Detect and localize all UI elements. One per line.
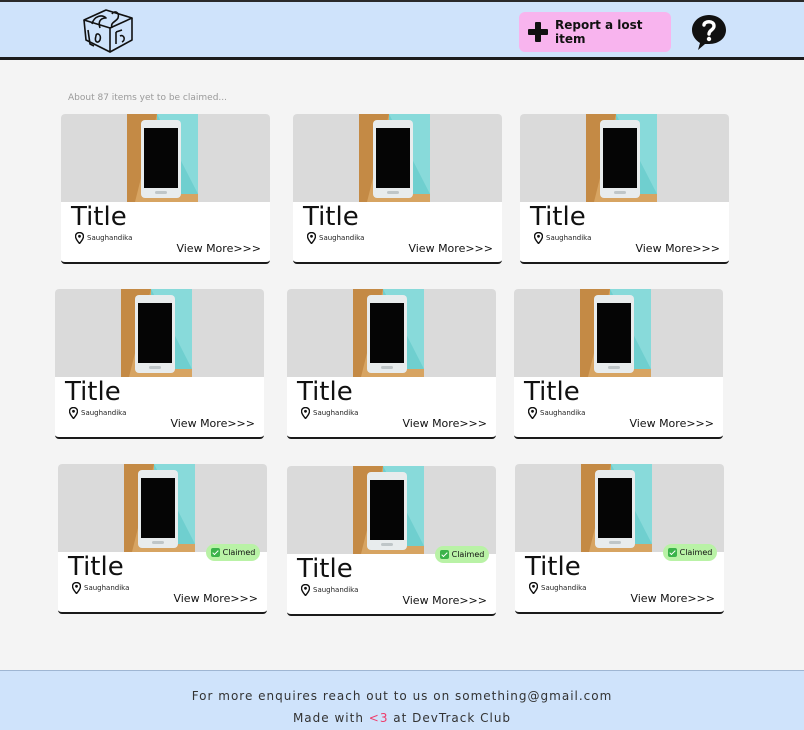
item-location-text: Saughandika bbox=[313, 409, 359, 417]
item-card[interactable]: Title Saughandika View More>>> bbox=[61, 114, 270, 264]
report-lost-item-button[interactable]: Report a lost item bbox=[519, 12, 671, 52]
item-location-text: Saughandika bbox=[84, 584, 130, 592]
view-more-link[interactable]: View More>>> bbox=[173, 592, 258, 605]
item-location: Saughandika bbox=[534, 232, 591, 244]
item-image bbox=[61, 114, 270, 202]
item-title: Title bbox=[297, 554, 353, 584]
item-card[interactable]: Title Saughandika View More>>> bbox=[514, 289, 723, 439]
item-title: Title bbox=[530, 202, 586, 232]
item-image bbox=[55, 289, 264, 377]
claimed-badge: Claimed bbox=[663, 544, 717, 561]
item-location: Saughandika bbox=[528, 407, 585, 419]
help-question-icon[interactable] bbox=[688, 12, 730, 52]
claimed-badge: Claimed bbox=[435, 546, 489, 563]
location-pin-icon bbox=[307, 232, 316, 244]
item-title: Title bbox=[68, 552, 124, 582]
view-more-link[interactable]: View More>>> bbox=[630, 592, 715, 605]
item-location-text: Saughandika bbox=[87, 234, 133, 242]
item-card[interactable]: Title Saughandika View More>>> bbox=[293, 114, 502, 264]
item-title: Title bbox=[524, 377, 580, 407]
item-location: Saughandika bbox=[69, 407, 126, 419]
item-location-text: Saughandika bbox=[319, 234, 365, 242]
claimed-badge-label: Claimed bbox=[451, 550, 485, 559]
view-more-link[interactable]: View More>>> bbox=[635, 242, 720, 255]
item-image bbox=[520, 114, 729, 202]
footer: For more enquires reach out to us on som… bbox=[0, 670, 804, 730]
item-location: Saughandika bbox=[72, 582, 129, 594]
view-more-link[interactable]: View More>>> bbox=[402, 417, 487, 430]
view-more-link[interactable]: View More>>> bbox=[629, 417, 714, 430]
location-pin-icon bbox=[534, 232, 543, 244]
view-more-link[interactable]: View More>>> bbox=[402, 594, 487, 607]
item-title: Title bbox=[297, 377, 353, 407]
check-icon bbox=[439, 550, 449, 559]
item-location-text: Saughandika bbox=[313, 586, 359, 594]
lost-and-found-logo-icon[interactable] bbox=[80, 6, 136, 56]
items-count-note: About 87 items yet to be claimed... bbox=[68, 93, 227, 103]
item-card[interactable]: Claimed Title Saughandika View More>>> bbox=[287, 466, 496, 616]
item-location: Saughandika bbox=[75, 232, 132, 244]
report-button-label: Report a lost item bbox=[554, 18, 643, 46]
heart-text: <3 bbox=[368, 711, 389, 725]
claimed-badge: Claimed bbox=[206, 544, 260, 561]
footer-credit: Made with <3 at DevTrack Club bbox=[0, 711, 804, 725]
item-location: Saughandika bbox=[529, 582, 586, 594]
footer-club: at DevTrack Club bbox=[393, 711, 512, 725]
item-location-text: Saughandika bbox=[540, 409, 586, 417]
item-image bbox=[514, 289, 723, 377]
location-pin-icon bbox=[69, 407, 78, 419]
footer-enquiry-text: For more enquires reach out to us on som… bbox=[191, 689, 613, 703]
plus-icon bbox=[528, 22, 548, 42]
item-image bbox=[293, 114, 502, 202]
footer-made-with: Made with bbox=[292, 711, 364, 725]
location-pin-icon bbox=[72, 582, 81, 594]
item-image bbox=[287, 466, 496, 554]
location-pin-icon bbox=[528, 407, 537, 419]
view-more-link[interactable]: View More>>> bbox=[408, 242, 493, 255]
view-more-link[interactable]: View More>>> bbox=[176, 242, 261, 255]
item-card[interactable]: Title Saughandika View More>>> bbox=[520, 114, 729, 264]
item-title: Title bbox=[65, 377, 121, 407]
item-image bbox=[515, 464, 724, 552]
view-more-link[interactable]: View More>>> bbox=[170, 417, 255, 430]
location-pin-icon bbox=[75, 232, 84, 244]
item-location: Saughandika bbox=[301, 584, 358, 596]
item-image bbox=[58, 464, 267, 552]
item-location: Saughandika bbox=[307, 232, 364, 244]
item-location-text: Saughandika bbox=[541, 584, 587, 592]
location-pin-icon bbox=[301, 584, 310, 596]
item-card[interactable]: Claimed Title Saughandika View More>>> bbox=[58, 464, 267, 614]
item-card[interactable]: Title Saughandika View More>>> bbox=[55, 289, 264, 439]
header: Report a lost item bbox=[0, 2, 804, 60]
location-pin-icon bbox=[529, 582, 538, 594]
location-pin-icon bbox=[301, 407, 310, 419]
item-location-text: Saughandika bbox=[546, 234, 592, 242]
claimed-badge-label: Claimed bbox=[679, 548, 713, 557]
claimed-badge-label: Claimed bbox=[222, 548, 256, 557]
check-icon bbox=[210, 548, 220, 557]
item-title: Title bbox=[71, 202, 127, 232]
item-location: Saughandika bbox=[301, 407, 358, 419]
item-location-text: Saughandika bbox=[81, 409, 127, 417]
item-title: Title bbox=[303, 202, 359, 232]
item-card[interactable]: Claimed Title Saughandika View More>>> bbox=[515, 464, 724, 614]
item-image bbox=[287, 289, 496, 377]
item-card[interactable]: Title Saughandika View More>>> bbox=[287, 289, 496, 439]
item-title: Title bbox=[525, 552, 581, 582]
check-icon bbox=[667, 548, 677, 557]
